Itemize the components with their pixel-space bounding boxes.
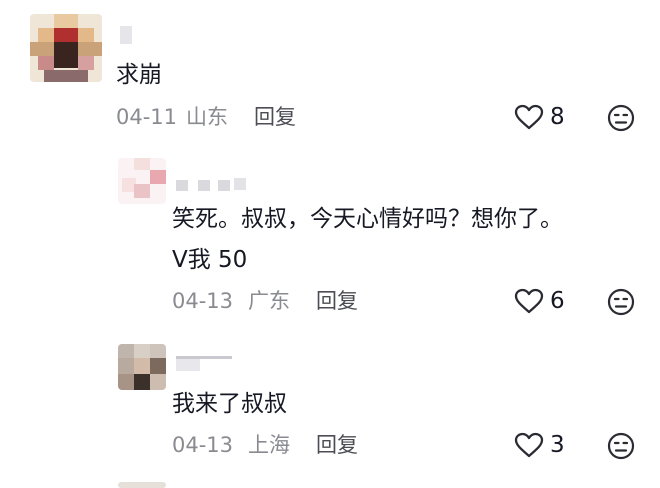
dislike-button[interactable]	[607, 432, 635, 464]
heart-outline-icon	[514, 104, 544, 130]
comment-text: 我来了叔叔	[172, 391, 287, 417]
reply-button[interactable]: 回复	[254, 104, 296, 130]
comment-date: 04-11	[116, 105, 178, 129]
comment-date: 04-13	[172, 433, 234, 457]
reply-button[interactable]: 回复	[316, 432, 358, 458]
avatar[interactable]	[30, 14, 102, 82]
comment-date: 04-13	[172, 289, 234, 313]
comment-text: 求崩	[116, 62, 162, 88]
meh-face-icon	[607, 104, 635, 132]
meh-face-icon	[607, 432, 635, 460]
avatar[interactable]	[118, 158, 166, 204]
like-count: 6	[550, 288, 565, 314]
like-count: 8	[550, 104, 565, 130]
reply-button[interactable]: 回复	[316, 288, 358, 314]
avatar[interactable]	[118, 482, 166, 488]
like-button[interactable]: 8	[514, 104, 565, 130]
dislike-button[interactable]	[607, 288, 635, 320]
username-blurred[interactable]	[120, 26, 134, 44]
meh-face-icon	[607, 288, 635, 316]
dislike-button[interactable]	[607, 104, 635, 136]
comment-location: 上海	[248, 433, 290, 457]
comment-location: 广东	[248, 289, 290, 313]
like-button[interactable]: 6	[514, 288, 565, 314]
username-blurred[interactable]	[176, 178, 246, 192]
username-blurred[interactable]	[176, 356, 232, 372]
comment-location: 山东	[186, 105, 228, 129]
like-count: 3	[550, 432, 565, 458]
comment-text-line-2: V我 50	[172, 247, 248, 273]
avatar[interactable]	[118, 344, 166, 390]
heart-outline-icon	[514, 288, 544, 314]
comment-text: 笑死。叔叔，今天心情好吗？想你了。	[172, 206, 563, 232]
heart-outline-icon	[514, 432, 544, 458]
like-button[interactable]: 3	[514, 432, 565, 458]
